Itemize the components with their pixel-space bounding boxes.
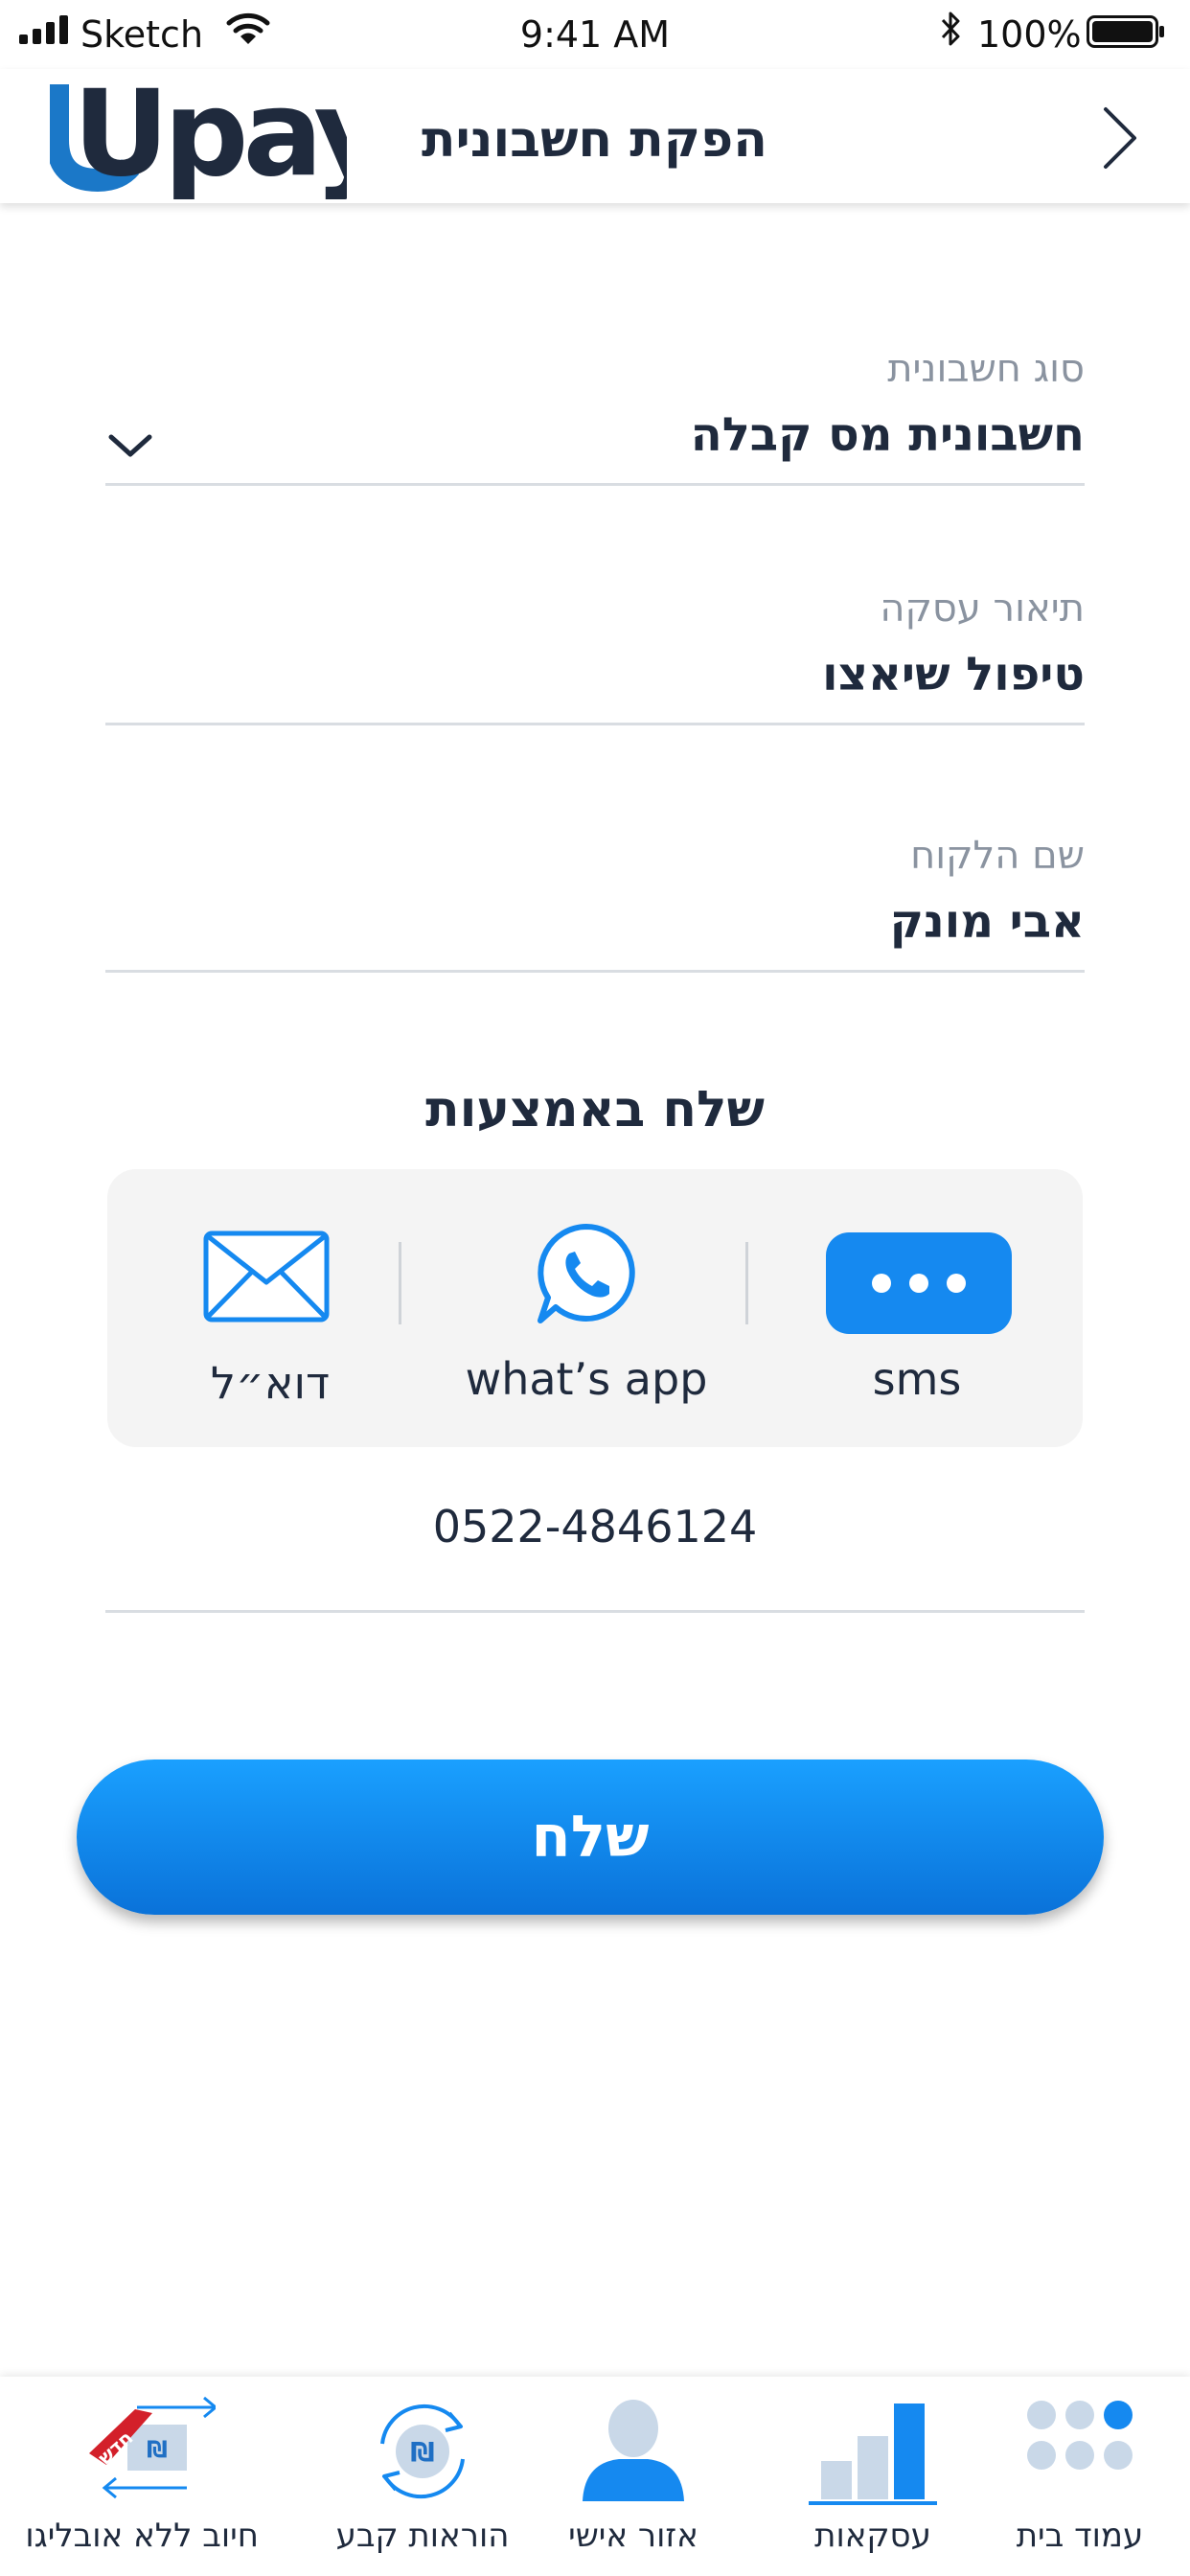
field-underline: [105, 483, 1085, 486]
field-underline: [105, 1610, 1085, 1613]
tab-deals[interactable]: עסקאות: [763, 2377, 983, 2576]
send-button[interactable]: שלח: [77, 1760, 1104, 1915]
active-tab-indicator: [809, 2501, 937, 2505]
envelope-icon: [203, 1230, 330, 1322]
tab-home-label: עמוד בית: [1016, 2517, 1144, 2555]
tab-standing-orders[interactable]: ₪ הוראות קבע: [312, 2377, 533, 2576]
customer-name-field[interactable]: שם הלקוח אבי מונק: [105, 834, 1085, 973]
app-header: Upay הפקת חשבונית: [0, 69, 1190, 203]
field-underline: [105, 723, 1085, 725]
home-dots-icon: [1027, 2401, 1133, 2470]
chevron-down-icon[interactable]: [105, 429, 155, 462]
status-bar: Sketch 9:41 AM 100%: [0, 0, 1190, 69]
tab-deals-label: עסקאות: [814, 2517, 931, 2555]
tab-charge-no-obligo-label: חיוב ללא אובליגו: [25, 2517, 259, 2555]
card-transfer-icon: ₪: [89, 2396, 216, 2499]
tab-personal-area[interactable]: אזור אישי: [523, 2377, 744, 2576]
send-via-title: שלח באמצעות: [425, 1081, 765, 1138]
tab-standing-orders-label: הוראות קבע: [335, 2517, 510, 2555]
invoice-type-value: חשבונית מס קבלה: [690, 408, 1085, 462]
description-value[interactable]: טיפול שיאצו: [105, 648, 1085, 702]
phone-number-field[interactable]: 0522-4846124: [0, 1501, 1190, 1552]
page-title: הפקת חשבונית: [422, 111, 767, 169]
bottom-tab-bar: עמוד בית עסקאות אזור אישי ₪ הוראות קבע ₪…: [0, 2377, 1190, 2576]
tab-personal-area-label: אזור אישי: [568, 2517, 698, 2555]
tab-home[interactable]: עמוד בית: [970, 2377, 1190, 2576]
channel-email-label: דוא״ל: [210, 1357, 331, 1409]
channel-whatsapp-label: what’s app: [465, 1353, 708, 1405]
bluetooth-icon: [941, 12, 960, 46]
channel-selector: דוא״ל what’s app sms: [107, 1169, 1083, 1447]
battery-percent: 100%: [977, 13, 1082, 56]
upay-logo: Upay: [50, 75, 347, 199]
invoice-type-dropdown[interactable]: סוג חשבונית חשבונית מס קבלה: [105, 347, 1085, 486]
divider: [745, 1242, 748, 1324]
svg-text:₪: ₪: [410, 2436, 434, 2468]
whatsapp-icon: [538, 1224, 635, 1323]
divider: [399, 1242, 401, 1324]
channel-sms[interactable]: sms: [807, 1169, 1027, 1447]
field-underline: [105, 970, 1085, 973]
user-icon: [583, 2400, 684, 2501]
channel-whatsapp[interactable]: what’s app: [462, 1169, 711, 1447]
chevron-right-icon[interactable]: [1092, 100, 1146, 176]
svg-text:Upay: Upay: [73, 75, 347, 199]
invoice-type-label: סוג חשבונית: [887, 347, 1085, 391]
tab-charge-no-obligo[interactable]: ₪ חדש חיוב ללא אובליגו: [25, 2377, 259, 2576]
bar-chart-icon: [821, 2404, 925, 2499]
sms-bubble-icon: [826, 1232, 1012, 1334]
description-field[interactable]: תיאור עסקה טיפול שיאצו: [105, 586, 1085, 725]
channel-sms-label: sms: [872, 1353, 962, 1405]
customer-name-label: שם הלקוח: [910, 834, 1085, 878]
svg-text:₪: ₪: [147, 2436, 168, 2463]
recurring-shekel-icon: ₪: [380, 2404, 465, 2499]
battery-icon: [1087, 15, 1164, 48]
description-label: תיאור עסקה: [880, 586, 1085, 631]
channel-email[interactable]: דוא״ל: [174, 1169, 366, 1447]
customer-name-value[interactable]: אבי מונק: [105, 895, 1085, 949]
